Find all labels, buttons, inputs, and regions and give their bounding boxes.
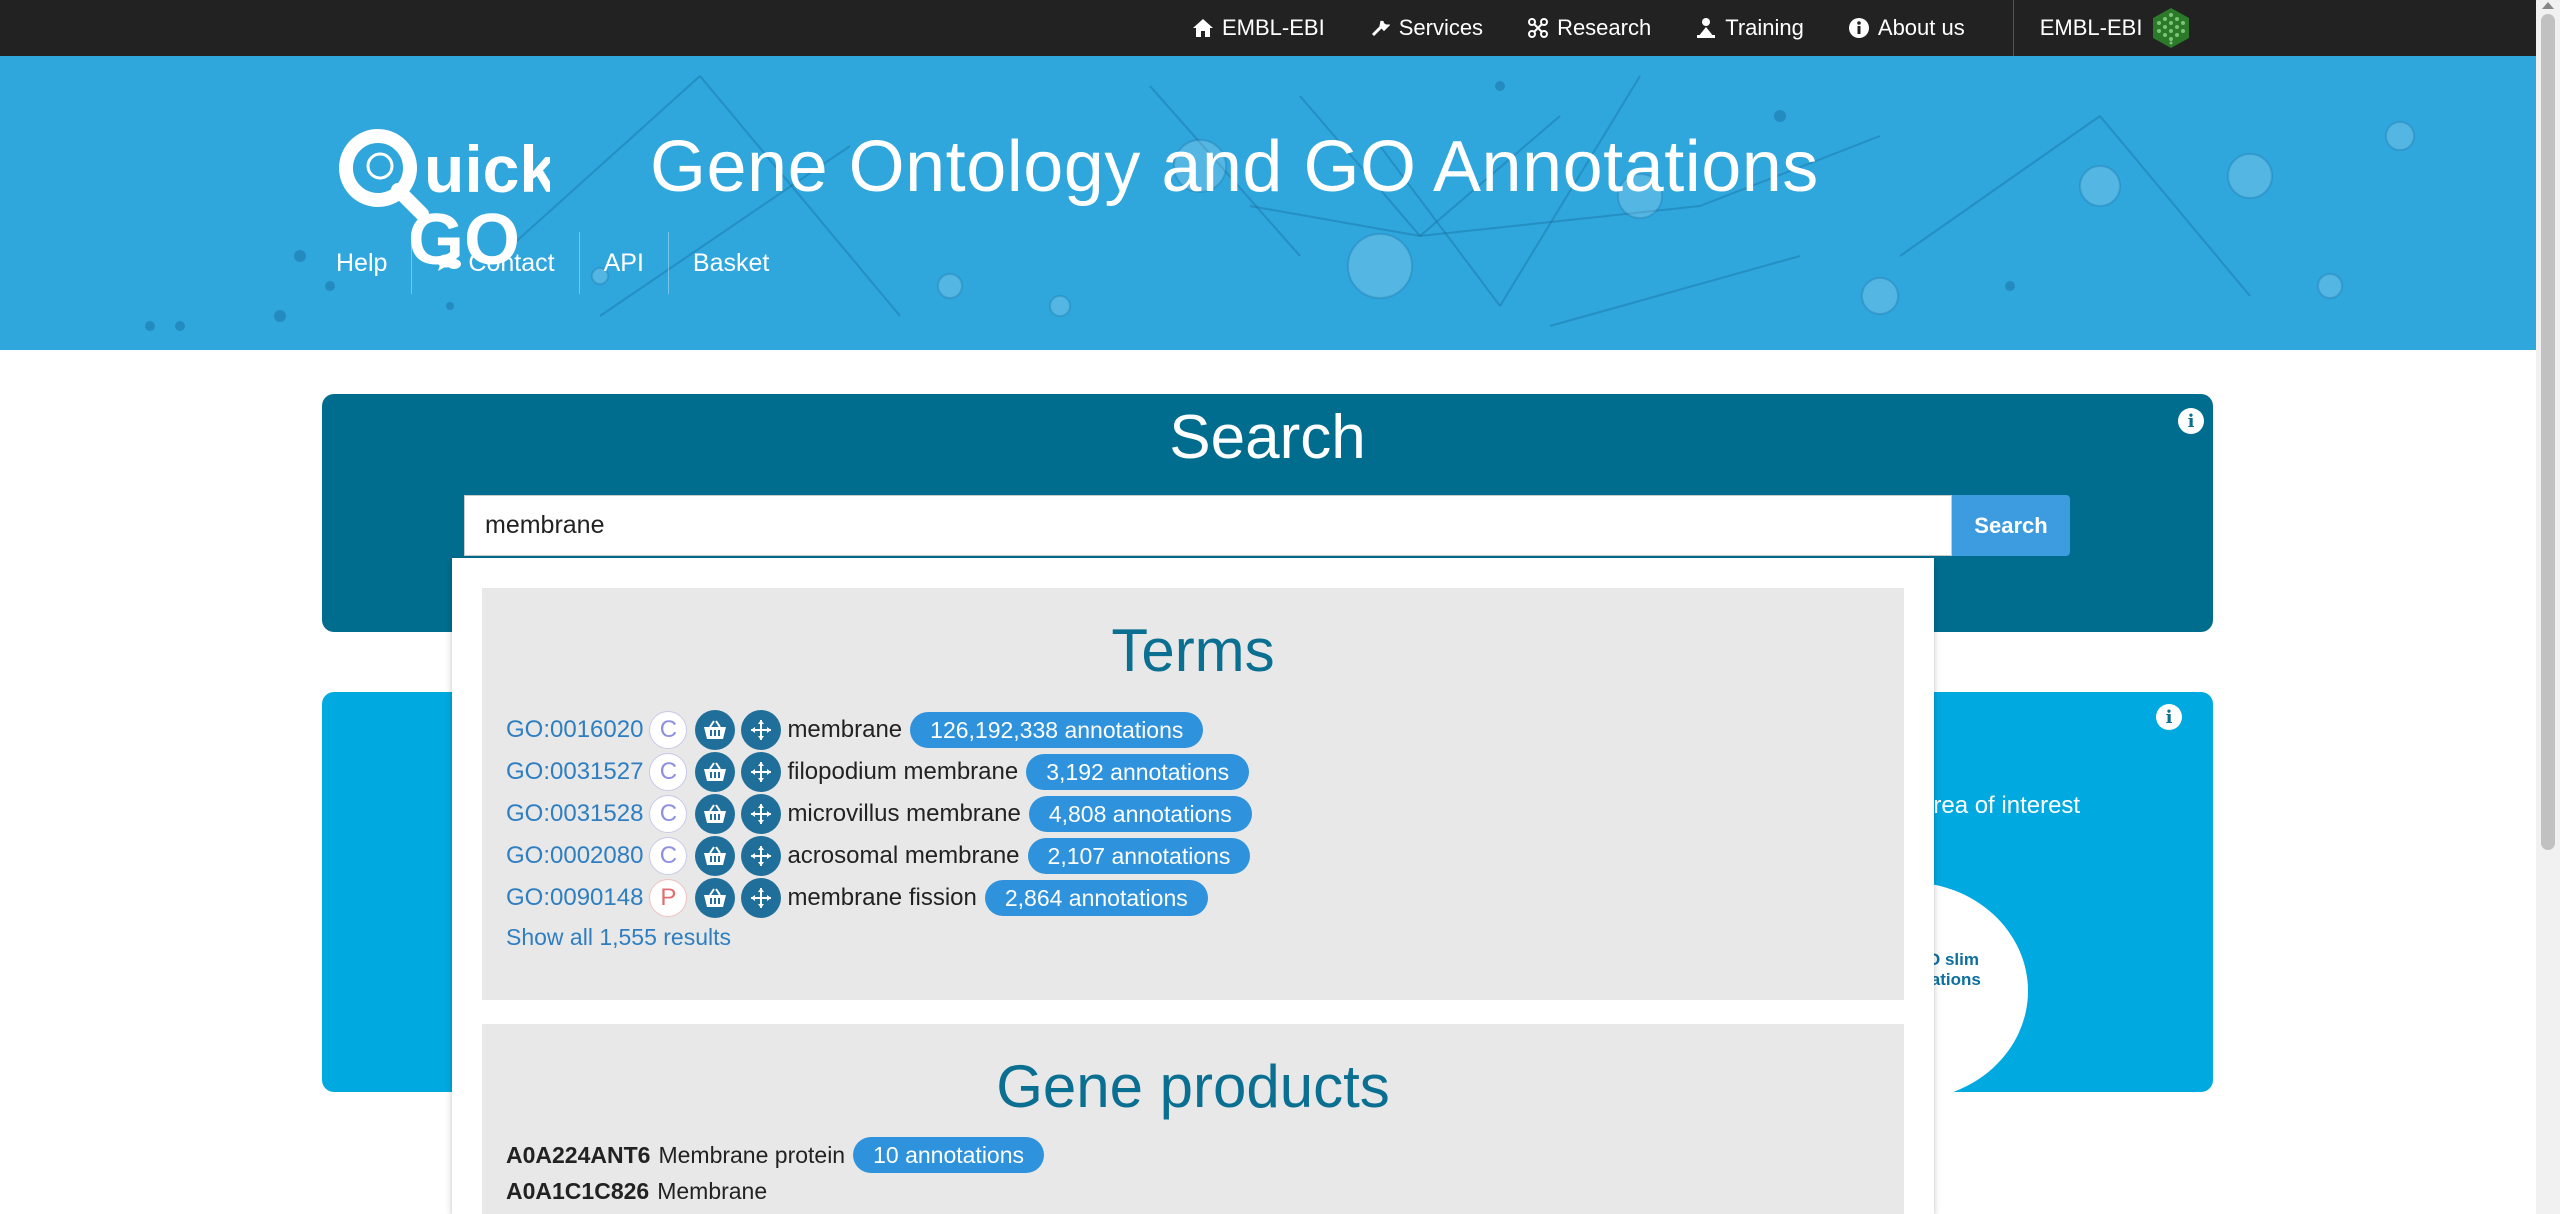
hierarchy-icon — [751, 846, 772, 866]
view-ancestors-button[interactable] — [741, 794, 782, 834]
view-ancestors-button[interactable] — [741, 878, 782, 918]
terms-section: Terms GO:0016020 C membrane 126,192,338 … — [482, 588, 1904, 1000]
global-nav-label: Training — [1725, 15, 1804, 40]
basket-icon — [704, 804, 727, 823]
annotations-count-pill[interactable]: 126,192,338 annotations — [910, 712, 1204, 748]
term-name: microvillus membrane — [787, 800, 1021, 827]
global-nav-label: EMBL-EBI — [1222, 15, 1325, 40]
term-id-link[interactable]: GO:0016020 — [506, 716, 643, 744]
term-id-link[interactable]: GO:0002080 — [506, 842, 643, 870]
term-row: GO:0016020 C membrane 126,192,338 annota… — [506, 710, 1204, 750]
annotations-count-pill[interactable]: 2,864 annotations — [984, 880, 1208, 916]
nav-divider — [2012, 0, 2014, 56]
aspect-badge: C — [649, 753, 688, 791]
term-name: membrane fission — [787, 884, 977, 911]
nav-help[interactable]: Help — [312, 232, 413, 294]
hierarchy-icon — [751, 888, 772, 908]
global-nav-research[interactable]: Research — [1505, 15, 1673, 41]
global-nav-label: Services — [1398, 15, 1484, 40]
annotations-count-pill[interactable]: 4,808 annotations — [1028, 796, 1252, 832]
wrench-icon — [1369, 17, 1391, 39]
nav-basket[interactable]: Basket — [669, 232, 793, 294]
term-id-link[interactable]: GO:0090148 — [506, 884, 643, 912]
scroll-up-arrow-icon[interactable] — [2542, 2, 2554, 9]
add-to-basket-button[interactable] — [695, 836, 736, 876]
gene-products-section: Gene products A0A224ANT6 Membrane protei… — [482, 1024, 1904, 1214]
add-to-basket-button[interactable] — [695, 794, 736, 834]
term-id-link[interactable]: GO:0031528 — [506, 800, 643, 828]
annotations-count-pill[interactable]: 3,192 annotations — [1026, 754, 1250, 790]
aspect-badge: P — [649, 879, 688, 917]
terms-heading: Terms — [1111, 617, 1275, 684]
scrollbar-thumb[interactable] — [2541, 14, 2555, 850]
aspect-badge: C — [649, 795, 688, 833]
term-row: GO:0031528 C microvillus membrane 4,808 … — [506, 794, 1252, 834]
svg-text:uick: uick — [424, 132, 550, 206]
site-title: Gene Ontology and GO Annotations — [650, 127, 1819, 207]
term-id-link[interactable]: GO:0031527 — [506, 758, 643, 786]
brand-label: EMBL-EBI — [2039, 15, 2143, 40]
trainer-icon — [1695, 17, 1717, 39]
gene-product-id[interactable]: A0A1C1C826 — [506, 1178, 649, 1205]
hierarchy-icon — [751, 762, 772, 782]
term-row: GO:0090148 P membrane fission 2,864 anno… — [506, 878, 1208, 918]
global-nav-training[interactable]: Training — [1673, 15, 1826, 41]
term-row: GO:0031527 C filopodium membrane 3,192 a… — [506, 752, 1250, 792]
gene-product-row: A0A1C1C826 Membrane — [506, 1172, 775, 1210]
slim-panel-text: area of interest — [1920, 792, 2081, 819]
global-nav-label: Research — [1557, 15, 1652, 40]
basket-icon — [704, 762, 727, 781]
hierarchy-icon — [751, 804, 772, 824]
annotations-count-pill[interactable]: 2,107 annotations — [1027, 838, 1251, 874]
add-to-basket-button[interactable] — [695, 710, 736, 750]
add-to-basket-button[interactable] — [695, 752, 736, 792]
show-all-terms-link[interactable]: Show all 1,555 results — [506, 924, 731, 951]
view-ancestors-button[interactable] — [741, 836, 782, 876]
term-name: acrosomal membrane — [787, 842, 1020, 869]
local-nav: Help Contact API Basket — [312, 232, 793, 294]
search-suggestions-dropdown: Terms GO:0016020 C membrane 126,192,338 … — [452, 558, 1934, 1214]
basket-icon — [704, 720, 727, 739]
gene-product-name: Membrane protein — [658, 1141, 846, 1168]
home-icon — [1192, 17, 1214, 39]
basket-icon — [704, 888, 727, 907]
add-to-basket-button[interactable] — [695, 878, 736, 918]
term-name: filopodium membrane — [787, 758, 1019, 785]
term-name: membrane — [787, 716, 903, 743]
annotations-count-pill[interactable]: 10 annotations — [853, 1137, 1045, 1173]
global-nav-embl-ebi[interactable]: EMBL-EBI — [1170, 15, 1347, 41]
molecule-icon — [1527, 17, 1549, 39]
embl-ebi-brand[interactable]: EMBL-EBI — [2040, 7, 2193, 49]
gene-product-id[interactable]: A0A224ANT6 — [506, 1142, 650, 1169]
term-row: GO:0002080 C acrosomal membrane 2,107 an… — [506, 836, 1251, 876]
gene-product-row: A0A224ANT6 Membrane protein 10 annotatio… — [506, 1136, 1045, 1174]
nav-contact-label: Contact — [468, 248, 555, 277]
view-ancestors-button[interactable] — [741, 752, 782, 792]
global-nav: EMBL-EBI Services Research Training Abou… — [1170, 0, 2192, 56]
aspect-badge: C — [649, 837, 688, 875]
search-input[interactable]: membrane — [464, 495, 1952, 556]
view-ancestors-button[interactable] — [741, 710, 782, 750]
nav-api[interactable]: API — [580, 232, 669, 294]
global-nav-services[interactable]: Services — [1347, 15, 1505, 41]
basket-icon — [704, 846, 727, 865]
global-nav-label: About us — [1877, 15, 1965, 40]
gene-product-name: Membrane — [657, 1177, 768, 1204]
masthead: uick GO Gene Ontology and GO Annotations — [0, 56, 2536, 350]
info-circle-icon — [1848, 17, 1870, 39]
nav-contact[interactable]: Contact — [412, 232, 580, 294]
global-nav-about[interactable]: About us — [1826, 15, 1987, 41]
search-button[interactable]: Search — [1952, 495, 2070, 556]
hierarchy-icon — [751, 720, 772, 740]
search-heading: Search — [1169, 403, 1366, 472]
gene-products-heading: Gene products — [996, 1053, 1390, 1120]
slim-info-icon[interactable]: i — [2156, 704, 2182, 730]
search-info-icon[interactable]: i — [2178, 408, 2204, 434]
aspect-badge: C — [649, 711, 688, 749]
chat-icon — [436, 253, 462, 273]
embl-hexagon-logo-icon — [2153, 8, 2190, 48]
